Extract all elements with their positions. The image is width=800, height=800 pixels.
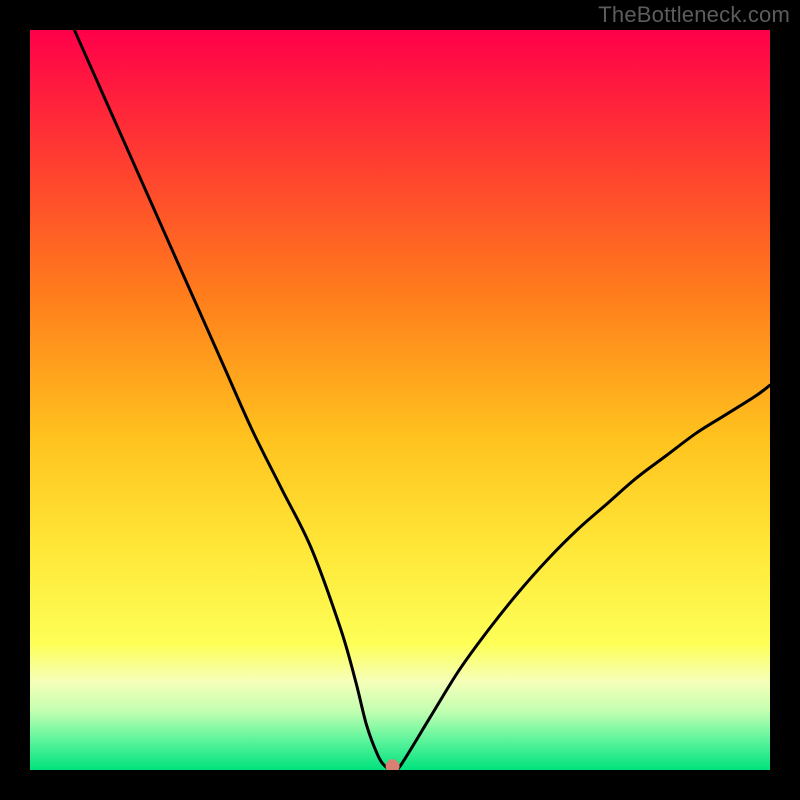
chart-svg xyxy=(30,30,770,770)
plot-area xyxy=(30,30,770,770)
chart-container: TheBottleneck.com xyxy=(0,0,800,800)
gradient-background xyxy=(30,30,770,770)
watermark-text: TheBottleneck.com xyxy=(598,2,790,28)
